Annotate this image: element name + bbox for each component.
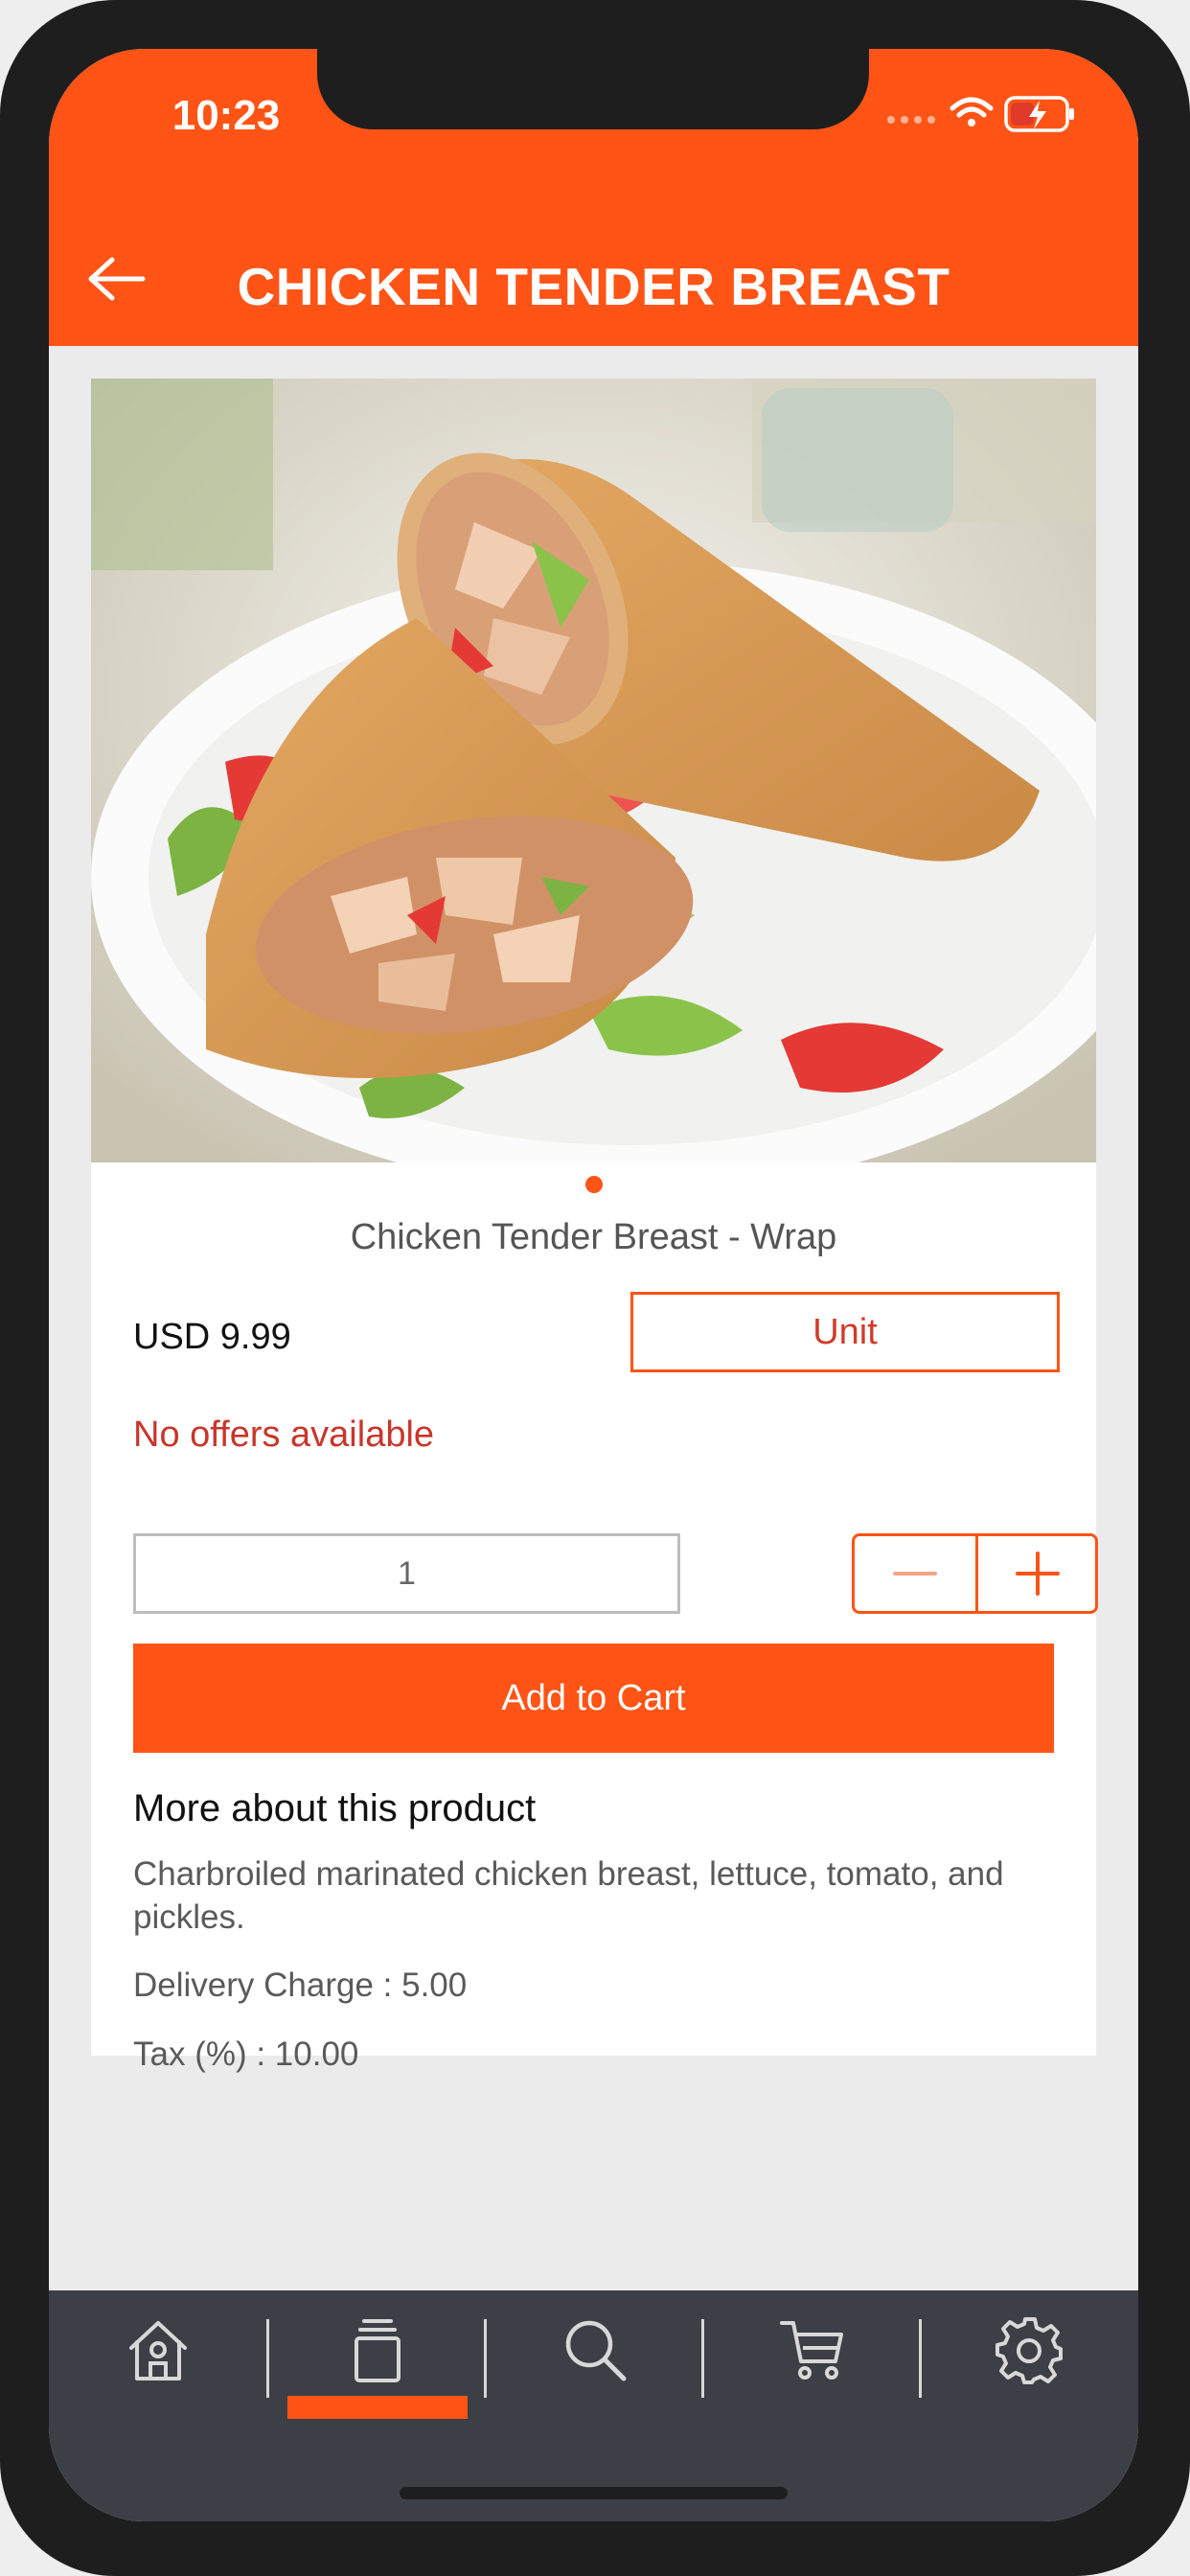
quantity-field[interactable]	[133, 1533, 680, 1614]
page-title: CHICKEN TENDER BREAST	[237, 257, 950, 316]
signal-icon	[887, 116, 935, 124]
add-to-cart-button[interactable]: Add to Cart	[133, 1644, 1054, 1753]
nav-cart[interactable]	[703, 2290, 921, 2425]
search-icon	[565, 2320, 627, 2381]
battery-icon	[1004, 96, 1074, 132]
catalog-icon	[355, 2319, 400, 2382]
product-card: Chicken Tender Breast - Wrap USD 9.99 Un…	[91, 379, 1098, 2073]
status-time: 10:23	[172, 92, 281, 139]
delivery-charge: Delivery Charge : 5.00	[133, 1966, 468, 2004]
nav-home[interactable]	[49, 2290, 266, 2425]
decrement-button[interactable]	[855, 1536, 975, 1611]
product-description: Charbroiled marinated chicken breast, le…	[133, 1855, 1004, 1936]
product-name: Chicken Tender Breast - Wrap	[350, 1217, 837, 1257]
product-price: USD 9.99	[133, 1317, 291, 1357]
more-about-heading: More about this product	[133, 1787, 537, 1829]
nav-search[interactable]	[486, 2290, 703, 2425]
home-indicator	[400, 2487, 788, 2499]
home-icon	[129, 2321, 187, 2380]
plus-icon	[1016, 1552, 1060, 1596]
unit-button[interactable]: Unit	[630, 1292, 1060, 1372]
nav-active-indicator	[287, 2396, 468, 2419]
device-frame: 10:23 CHICKEN TENDER BREAST Chicken Tend…	[0, 0, 1190, 2576]
wifi-icon	[950, 97, 994, 126]
quantity-stepper	[852, 1533, 1098, 1614]
tax-info: Tax (%) : 10.00	[133, 2036, 359, 2073]
app-screen: 10:23 CHICKEN TENDER BREAST Chicken Tend…	[49, 49, 1138, 2521]
gear-icon	[995, 2317, 1063, 2384]
app-header: 10:23 CHICKEN TENDER BREAST	[49, 49, 1138, 346]
minus-icon	[893, 1572, 937, 1576]
device-notch	[317, 49, 869, 129]
offers-text: No offers available	[133, 1414, 435, 1455]
carousel-dot[interactable]	[585, 1176, 603, 1193]
cart-icon	[780, 2321, 843, 2380]
product-image	[91, 379, 1096, 1162]
status-icons	[887, 96, 1074, 132]
increment-button[interactable]	[977, 1536, 1098, 1611]
nav-settings[interactable]	[921, 2290, 1138, 2425]
wrap-photo	[91, 379, 1096, 1162]
